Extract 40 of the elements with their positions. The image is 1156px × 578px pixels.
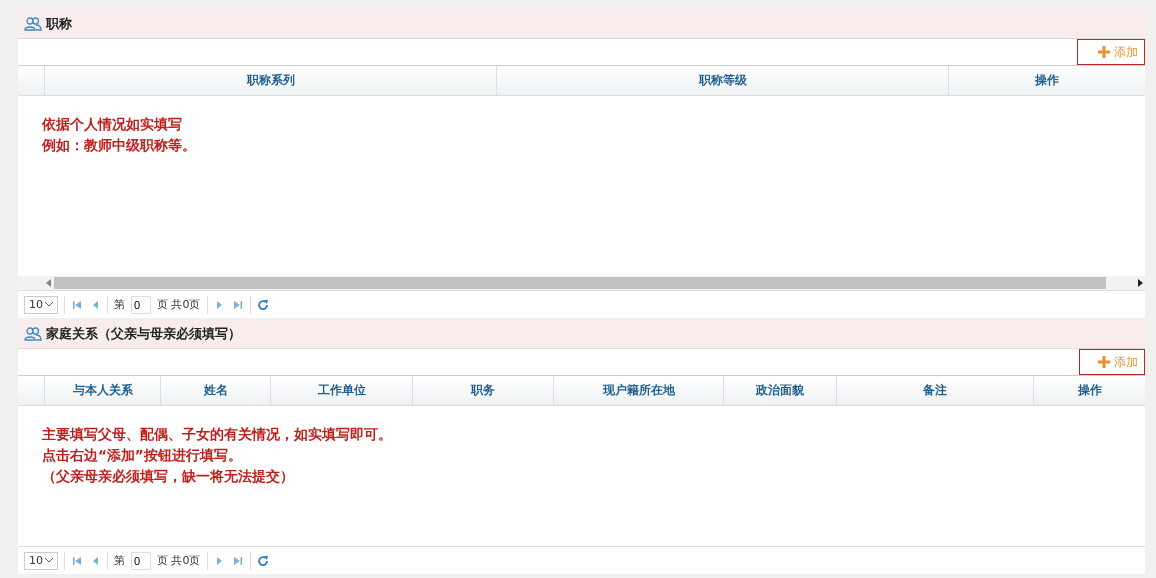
column-header: 与本人关系 [44, 376, 160, 405]
users-icon [24, 17, 42, 31]
column-header: 职称等级 [496, 66, 948, 95]
page-size-select[interactable]: 10 [24, 295, 58, 314]
column-header: 政治面貌 [723, 376, 836, 405]
instruction-text: 例如：教师中级职称等。 [42, 137, 197, 154]
instruction-text: 主要填写父母、配偶、子女的有关情况，如实填写即可。 [42, 426, 393, 443]
section-title: 职称 [46, 15, 72, 33]
page-number-field[interactable]: 0 [131, 295, 151, 314]
section-title: 家庭关系（父亲与母亲必须填写） [46, 325, 241, 343]
refresh-icon[interactable] [256, 298, 269, 311]
last-page-icon[interactable] [231, 554, 244, 567]
page-label: 第 [114, 297, 125, 312]
chevron-down-icon [45, 302, 53, 307]
first-page-icon[interactable] [71, 554, 83, 567]
chevron-down-icon [45, 558, 53, 563]
column-header: 操作 [948, 66, 1145, 95]
page-number-field[interactable]: 0 [131, 551, 151, 570]
plus-icon [1098, 46, 1110, 58]
column-header: 操作 [1033, 376, 1145, 405]
last-page-icon[interactable] [231, 298, 244, 311]
instruction-text: 依据个人情况如实填写 [42, 116, 183, 133]
column-header: 现户籍所在地 [553, 376, 723, 405]
column-header: 姓名 [160, 376, 270, 405]
column-header: 职务 [412, 376, 553, 405]
page-label: 第 [114, 553, 125, 568]
first-page-icon[interactable] [71, 298, 83, 311]
users-icon [24, 327, 42, 341]
page-count-label: 页 共0页 [157, 553, 201, 568]
instruction-text: 点击右边“添加”按钮进行填写。 [42, 447, 243, 464]
instruction-text: （父亲母亲必须填写，缺一将无法提交） [42, 468, 295, 485]
scroll-right-icon[interactable] [1138, 279, 1143, 287]
page-size-select[interactable]: 10 [24, 551, 58, 570]
column-header: 备注 [836, 376, 1033, 405]
page-count-label: 页 共0页 [157, 297, 201, 312]
scroll-left-icon[interactable] [46, 279, 51, 287]
column-header: 职称系列 [44, 66, 496, 95]
column-header: 工作单位 [270, 376, 412, 405]
plus-icon [1098, 356, 1110, 368]
refresh-icon[interactable] [256, 554, 269, 567]
